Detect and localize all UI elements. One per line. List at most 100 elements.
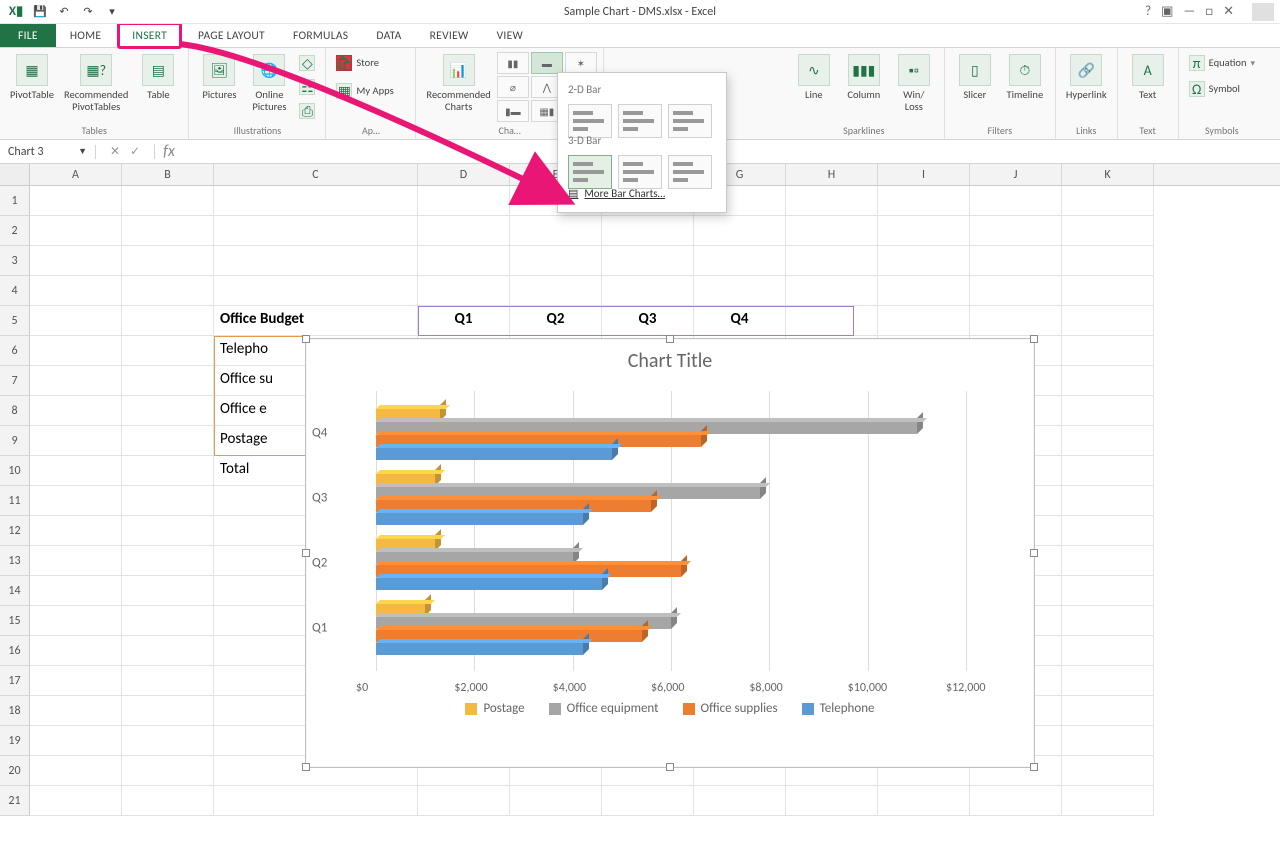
row-header[interactable]: 16 [0,636,30,666]
cell[interactable] [1062,786,1154,816]
row-header[interactable]: 9 [0,426,30,456]
cell[interactable] [1062,366,1154,396]
row-header[interactable]: 19 [0,726,30,756]
cancel-formula-icon[interactable]: ✕ [110,144,120,159]
symbol-button[interactable]: ΩSymbol [1185,78,1259,100]
cell[interactable] [878,186,970,216]
cell[interactable] [418,186,510,216]
shapes-button[interactable]: ◇ [295,52,319,74]
cell[interactable] [122,636,214,666]
close-icon[interactable]: ✕ [1223,4,1234,19]
bar-telephone[interactable] [376,448,612,460]
bar-telephone[interactable] [376,513,583,525]
cell[interactable] [214,786,418,816]
cell[interactable] [970,306,1062,336]
cell[interactable] [122,246,214,276]
row-header[interactable]: 5 [0,306,30,336]
cell[interactable] [1062,306,1154,336]
bar-3d-100stacked[interactable] [668,155,712,189]
cell[interactable] [30,246,122,276]
cell[interactable] [1062,756,1154,786]
cell[interactable] [694,216,786,246]
tab-home[interactable]: HOME [56,24,115,47]
col-header[interactable]: D [418,164,510,185]
col-header[interactable]: I [878,164,970,185]
cell[interactable] [30,756,122,786]
cell[interactable] [30,456,122,486]
column-chart-button[interactable]: ▮▮ [497,52,529,74]
row-header[interactable]: 4 [0,276,30,306]
bar-telephone[interactable] [376,643,583,655]
chart-title[interactable]: Chart Title [306,339,1034,383]
cell[interactable] [602,216,694,246]
cell[interactable] [122,516,214,546]
cell[interactable] [30,336,122,366]
row-header[interactable]: 10 [0,456,30,486]
minimize-icon[interactable]: — [1183,4,1195,19]
cell[interactable] [786,306,878,336]
cell[interactable] [970,786,1062,816]
cell[interactable] [214,186,418,216]
cell[interactable] [1062,336,1154,366]
recommended-pivot-button[interactable]: ▦?Recommended PivotTables [60,52,132,115]
cell[interactable] [214,216,418,246]
chevron-down-icon[interactable]: ▼ [78,146,87,157]
cell[interactable] [1062,246,1154,276]
cell[interactable] [510,786,602,816]
cell[interactable] [878,786,970,816]
maximize-icon[interactable]: □ [1205,4,1213,19]
equation-button[interactable]: πEquation▾ [1185,52,1259,74]
stock-chart-button[interactable]: ✶ [565,52,597,74]
bar-3d-stacked[interactable] [618,155,662,189]
cell[interactable] [30,606,122,636]
row-header[interactable]: 13 [0,546,30,576]
cell[interactable] [1062,576,1154,606]
cell[interactable] [122,186,214,216]
tab-view[interactable]: VIEW [483,24,537,47]
bar-3d-clustered[interactable] [568,155,612,189]
bar-2d-clustered[interactable] [568,104,612,138]
cell[interactable]: Q3 [602,306,694,336]
tab-page-layout[interactable]: PAGE LAYOUT [184,24,279,47]
combo-chart-button[interactable]: ▮▬ [497,100,529,122]
cell[interactable] [878,276,970,306]
cell[interactable] [786,186,878,216]
cell[interactable] [122,696,214,726]
cell[interactable] [510,276,602,306]
cell[interactable] [122,786,214,816]
cell[interactable] [30,396,122,426]
cell[interactable] [30,786,122,816]
myapps-button[interactable]: ▦My Apps [332,80,409,102]
timeline-button[interactable]: ⏱Timeline [1001,52,1049,103]
slicer-button[interactable]: ▯Slicer [951,52,999,103]
row-header[interactable]: 14 [0,576,30,606]
tab-formulas[interactable]: FORMULAS [279,24,362,47]
legend-item[interactable]: Office supplies [683,701,778,716]
textbox-button[interactable]: AText [1124,52,1172,103]
cell[interactable] [1062,726,1154,756]
cell[interactable] [970,186,1062,216]
bar-2d-100stacked[interactable] [668,104,712,138]
row-header[interactable]: 21 [0,786,30,816]
cell[interactable] [418,276,510,306]
bar-telephone[interactable] [376,578,602,590]
row-header[interactable]: 2 [0,216,30,246]
cell[interactable] [30,516,122,546]
cell[interactable] [30,426,122,456]
enter-formula-icon[interactable]: ✓ [130,144,140,159]
cell[interactable] [30,306,122,336]
row-header[interactable]: 6 [0,336,30,366]
cell[interactable] [510,246,602,276]
cell[interactable] [30,666,122,696]
cell[interactable] [1062,456,1154,486]
cell[interactable] [1062,696,1154,726]
bar-chart-button[interactable]: ▬ [531,52,563,74]
cell[interactable] [1062,516,1154,546]
legend-item[interactable]: Office equipment [549,701,659,716]
user-avatar-icon[interactable] [1252,3,1274,21]
legend-item[interactable]: Postage [465,701,524,716]
row-header[interactable]: 7 [0,366,30,396]
cell[interactable] [1062,426,1154,456]
col-header[interactable]: C [214,164,418,185]
smartart-button[interactable]: ☶ [295,76,319,98]
